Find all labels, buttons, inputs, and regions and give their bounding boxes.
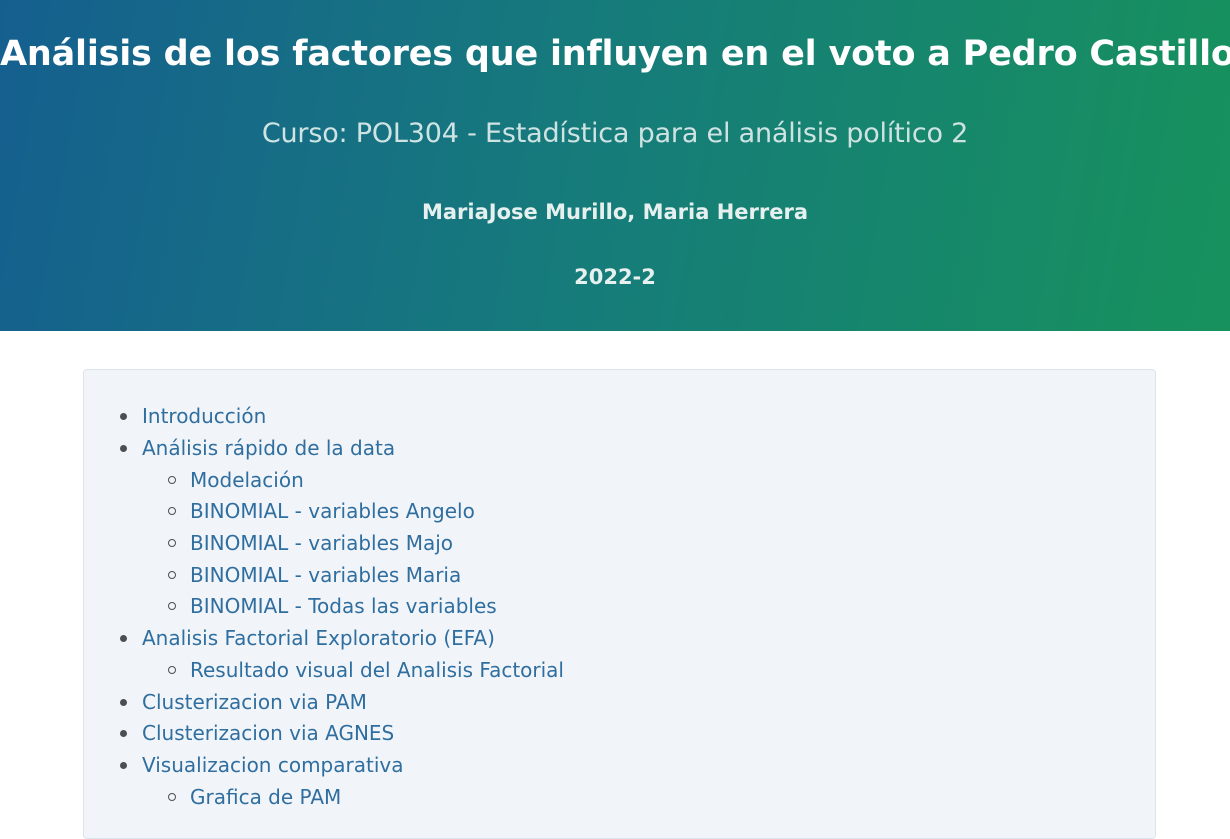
disc-bullet-icon	[120, 730, 127, 737]
page-header: Análisis de los factores que influyen en…	[0, 0, 1230, 331]
toc-item-grafica-pam: Grafica de PAM	[168, 783, 341, 811]
table-of-contents: Introducción Análisis rápido de la data …	[83, 369, 1156, 839]
disc-bullet-icon	[120, 762, 127, 769]
toc-item-analisis-factorial: Analisis Factorial Exploratorio (EFA)	[120, 624, 495, 652]
toc-link-cluster-pam[interactable]: Clusterizacion via PAM	[142, 690, 367, 714]
toc-item-introduccion: Introducción	[120, 402, 266, 430]
toc-item-visualizacion: Visualizacion comparativa	[120, 751, 403, 779]
disc-bullet-icon	[120, 635, 127, 642]
circle-bullet-icon	[168, 666, 176, 674]
circle-bullet-icon	[168, 539, 176, 547]
toc-link-modelacion[interactable]: Modelación	[190, 468, 304, 492]
circle-bullet-icon	[168, 507, 176, 515]
circle-bullet-icon	[168, 571, 176, 579]
toc-item-binomial-angelo: BINOMIAL - variables Angelo	[168, 497, 475, 525]
date: 2022-2	[574, 265, 656, 289]
toc-link-grafica-pam[interactable]: Grafica de PAM	[190, 785, 341, 809]
toc-link-binomial-todas[interactable]: BINOMIAL - Todas las variables	[190, 594, 497, 618]
toc-link-introduccion[interactable]: Introducción	[142, 404, 266, 428]
course-subtitle: Curso: POL304 - Estadística para el anál…	[261, 118, 969, 149]
toc-item-binomial-maria: BINOMIAL - variables Maria	[168, 561, 461, 589]
toc-link-analisis-rapido[interactable]: Análisis rápido de la data	[142, 436, 395, 460]
toc-item-binomial-majo: BINOMIAL - variables Majo	[168, 529, 453, 557]
toc-item-cluster-pam: Clusterizacion via PAM	[120, 688, 367, 716]
toc-link-binomial-majo[interactable]: BINOMIAL - variables Majo	[190, 531, 453, 555]
authors: MariaJose Murillo, Maria Herrera	[421, 200, 808, 224]
toc-item-analisis-rapido: Análisis rápido de la data	[120, 434, 395, 462]
circle-bullet-icon	[168, 793, 176, 801]
disc-bullet-icon	[120, 413, 127, 420]
toc-link-binomial-angelo[interactable]: BINOMIAL - variables Angelo	[190, 499, 475, 523]
disc-bullet-icon	[120, 699, 127, 706]
circle-bullet-icon	[168, 602, 176, 610]
toc-item-resultado-visual: Resultado visual del Analisis Factorial	[168, 656, 564, 684]
page-title: Análisis de los factores que influyen en…	[0, 34, 1230, 74]
toc-link-cluster-agnes[interactable]: Clusterizacion via AGNES	[142, 721, 394, 745]
toc-link-analisis-factorial[interactable]: Analisis Factorial Exploratorio (EFA)	[142, 626, 495, 650]
toc-item-cluster-agnes: Clusterizacion via AGNES	[120, 719, 394, 747]
toc-link-resultado-visual[interactable]: Resultado visual del Analisis Factorial	[190, 658, 564, 682]
toc-link-visualizacion[interactable]: Visualizacion comparativa	[142, 753, 403, 777]
toc-link-binomial-maria[interactable]: BINOMIAL - variables Maria	[190, 563, 461, 587]
toc-item-binomial-todas: BINOMIAL - Todas las variables	[168, 592, 497, 620]
toc-item-modelacion: Modelación	[168, 466, 304, 494]
disc-bullet-icon	[120, 445, 127, 452]
circle-bullet-icon	[168, 476, 176, 484]
